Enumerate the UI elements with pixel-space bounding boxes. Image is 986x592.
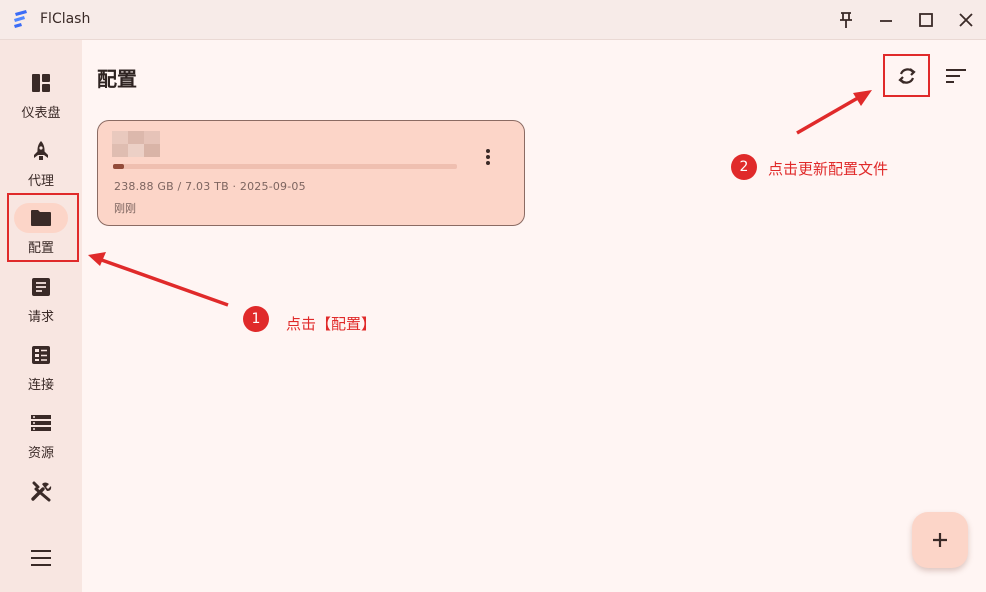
usage-progress-fill (113, 164, 125, 169)
maximize-icon (919, 13, 933, 27)
step-1-badge: 1 (243, 306, 269, 332)
nav-item-tools[interactable]: 工具 (0, 472, 82, 512)
nav-item-requests[interactable]: 请求 (0, 268, 82, 328)
annotation-arrows (88, 90, 872, 307)
pin-button[interactable] (834, 8, 858, 32)
side-navigation: 仪表盘 代理 配置 请求 连接 资源 (0, 40, 82, 592)
nav-label-proxy: 代理 (27, 174, 54, 189)
close-icon (959, 13, 973, 27)
step-1-text: 点击【配置】 (286, 315, 377, 333)
nav-label-dashboard: 仪表盘 (21, 106, 61, 121)
plus-icon (933, 533, 947, 547)
nav-label-requests: 请求 (27, 310, 54, 325)
tools-icon (21, 476, 61, 506)
nav-label-connections: 连接 (27, 378, 54, 393)
sort-button[interactable] (936, 56, 976, 96)
minimize-icon (880, 20, 892, 22)
profile-usage-text: 238.88 GB / 7.03 TB · 2025-09-05 (114, 180, 306, 193)
connections-icon (21, 340, 61, 370)
nav-item-resources[interactable]: 资源 (0, 404, 82, 464)
rocket-icon (21, 136, 61, 166)
profile-more-button[interactable] (476, 145, 500, 169)
close-button[interactable] (954, 8, 978, 32)
app-title: FlClash (40, 11, 91, 27)
profile-card[interactable]: 238.88 GB / 7.03 TB · 2025-09-05 刚刚 (97, 120, 525, 226)
pin-icon (840, 12, 852, 28)
sort-icon (946, 69, 966, 83)
more-vertical-icon (486, 149, 490, 165)
highlight-profiles-nav (7, 193, 79, 262)
usage-progress-bar (113, 164, 457, 169)
add-profile-button[interactable] (912, 512, 968, 568)
nav-label-tools: 工具 (0, 510, 82, 512)
nav-item-dashboard[interactable]: 仪表盘 (0, 64, 82, 124)
nav-label-resources: 资源 (27, 446, 54, 461)
step-2-badge: 2 (731, 154, 757, 180)
nav-item-connections[interactable]: 连接 (0, 336, 82, 396)
dashboard-icon (21, 68, 61, 98)
storage-icon (21, 408, 61, 438)
step-2-text: 点击更新配置文件 (768, 160, 889, 178)
nav-item-proxy[interactable]: 代理 (0, 132, 82, 192)
hamburger-menu-icon (31, 550, 51, 566)
minimize-button[interactable] (874, 8, 898, 32)
title-bar: FlClash (0, 0, 986, 40)
request-log-icon (21, 272, 61, 302)
profile-updated-text: 刚刚 (114, 202, 136, 215)
highlight-update-button (883, 54, 930, 97)
page-title: 配置 (97, 67, 137, 91)
profile-name-redacted (112, 131, 160, 157)
menu-button[interactable] (28, 548, 54, 568)
maximize-button[interactable] (914, 8, 938, 32)
app-logo-icon (14, 10, 27, 28)
